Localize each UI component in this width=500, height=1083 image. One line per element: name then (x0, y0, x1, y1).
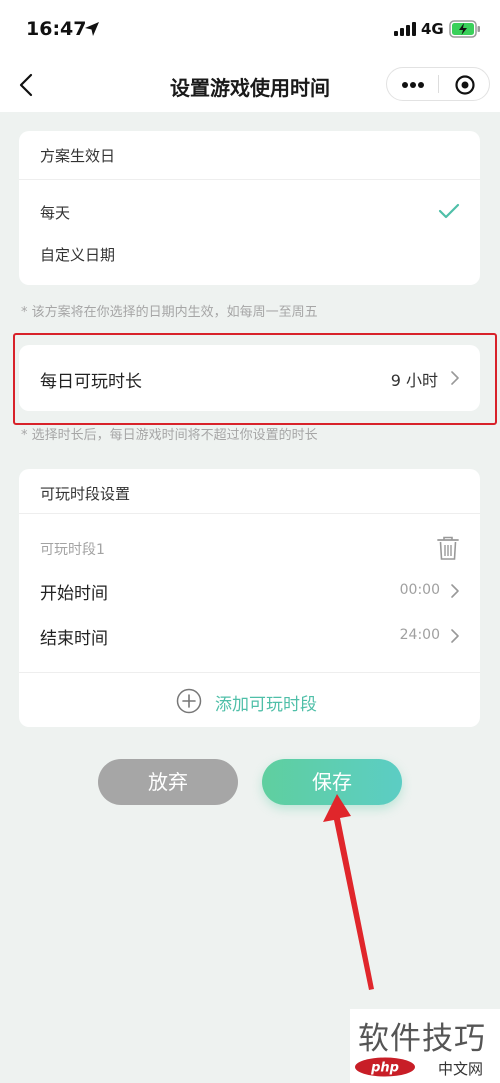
divider (19, 513, 480, 514)
option-label: 每天 (40, 204, 71, 222)
watermark: 软件技巧 php 中文网 (350, 1009, 500, 1083)
miniprogram-capsule (386, 67, 490, 101)
network-type: 4G (421, 20, 444, 38)
save-button[interactable]: 保存 (262, 759, 402, 805)
navigation-bar: 设置游戏使用时间 (0, 56, 500, 112)
php-logo: php (355, 1057, 415, 1077)
period-name: 可玩时段1 (40, 542, 105, 558)
end-time-value: 24:00 (399, 627, 440, 643)
plus-circle-icon (176, 688, 202, 714)
give-up-button[interactable]: 放弃 (98, 759, 238, 805)
svg-text:php: php (370, 1061, 399, 1076)
end-time-row[interactable]: 结束时间 24:00 (19, 615, 480, 655)
add-period-label: 添加可玩时段 (215, 695, 317, 715)
location-arrow-icon (85, 22, 99, 36)
capsule-divider (438, 75, 439, 93)
daily-duration-hint: * 选择时长后，每日游戏时间将不超过你设置的时长 (21, 428, 318, 443)
close-miniprogram-icon[interactable] (445, 71, 485, 99)
effective-days-card: 方案生效日 每天 自定义日期 (19, 131, 480, 285)
effective-days-header: 方案生效日 (40, 147, 116, 165)
divider (19, 179, 480, 180)
status-bar: 16:47 4G (0, 0, 500, 56)
effective-days-hint: * 该方案将在你选择的日期内生效，如每周一至周五 (21, 305, 318, 320)
chevron-right-icon (451, 629, 459, 643)
battery-charging-icon (449, 20, 480, 38)
option-every-day[interactable]: 每天 (19, 193, 480, 231)
watermark-text: 软件技巧 (358, 1021, 486, 1057)
watermark-subtext: 中文网 (438, 1060, 484, 1078)
option-label: 自定义日期 (40, 246, 116, 264)
start-time-row[interactable]: 开始时间 00:00 (19, 570, 480, 610)
trash-icon[interactable] (436, 535, 460, 561)
checkmark-icon (438, 203, 460, 219)
start-time-value: 00:00 (399, 582, 440, 598)
end-time-label: 结束时间 (40, 629, 108, 649)
divider (19, 672, 480, 673)
highlight-annotation-box (13, 333, 497, 425)
option-custom-dates[interactable]: 自定义日期 (19, 235, 480, 273)
cellular-signal-icon (394, 22, 416, 36)
status-time: 16:47 (26, 18, 87, 40)
add-period-button[interactable]: 添加可玩时段 (19, 676, 480, 724)
play-periods-card: 可玩时段设置 可玩时段1 开始时间 00:00 结束时间 24:00 添加可玩时… (19, 469, 480, 727)
more-options-icon[interactable] (393, 70, 433, 98)
chevron-right-icon (451, 584, 459, 598)
play-periods-header: 可玩时段设置 (40, 485, 131, 503)
start-time-label: 开始时间 (40, 584, 108, 604)
